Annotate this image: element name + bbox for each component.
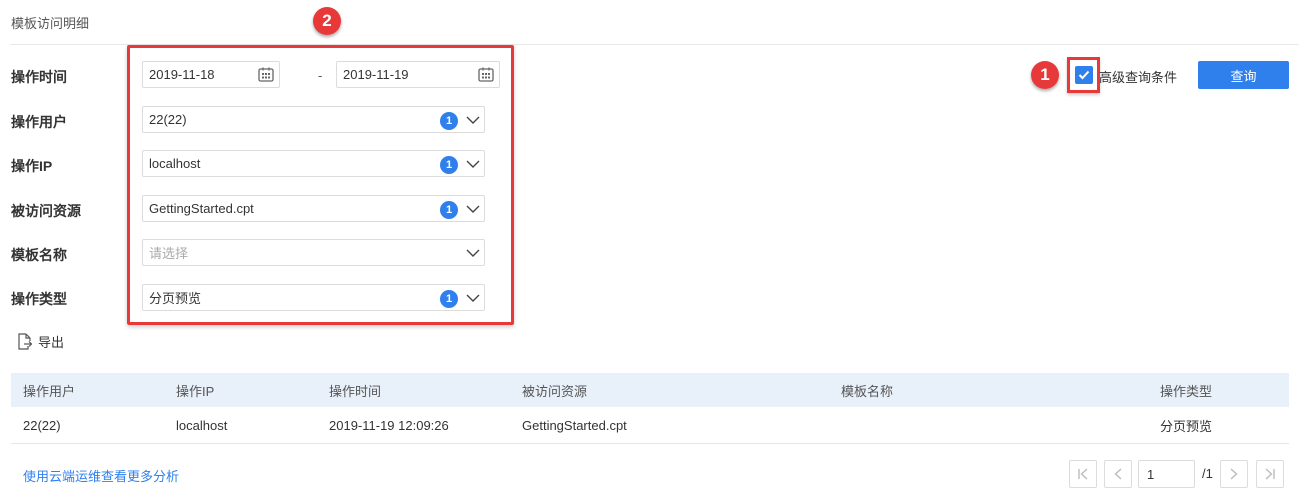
end-date-input[interactable]: 2019-11-19 [336, 61, 500, 88]
selected-count-badge: 1 [440, 156, 458, 174]
end-date-value: 2019-11-19 [343, 67, 409, 82]
resource-select[interactable]: GettingStarted.cpt 1 [142, 195, 485, 222]
start-date-value: 2019-11-18 [149, 67, 215, 82]
chevron-down-icon[interactable] [466, 291, 480, 305]
template-name-placeholder: 请选择 [149, 246, 189, 261]
template-name-select[interactable]: 请选择 [142, 239, 485, 266]
table-row[interactable]: 22(22) localhost 2019-11-19 12:09:26 Get… [11, 407, 1289, 444]
advanced-query-checkbox[interactable] [1075, 66, 1093, 84]
label-operation-type: 操作类型 [11, 291, 67, 307]
page-number-input[interactable]: 1 [1138, 460, 1195, 488]
table-cell: 2019-11-19 12:09:26 [329, 417, 449, 433]
chevron-down-icon[interactable] [466, 113, 480, 127]
label-operation-time: 操作时间 [11, 69, 67, 85]
column-header[interactable]: 操作IP [176, 373, 214, 407]
column-header[interactable]: 操作用户 [23, 373, 75, 407]
label-resource: 被访问资源 [11, 203, 81, 219]
chevron-down-icon[interactable] [466, 202, 480, 216]
query-button[interactable]: 查询 [1198, 61, 1289, 89]
operation-ip-select[interactable]: localhost 1 [142, 150, 485, 177]
annotation-marker-2: 2 [313, 7, 341, 35]
selected-count-badge: 1 [440, 201, 458, 219]
export-label: 导出 [38, 335, 65, 350]
column-header[interactable]: 模板名称 [841, 373, 893, 407]
label-template-name: 模板名称 [11, 247, 67, 263]
label-operation-user: 操作用户 [11, 114, 67, 130]
cloud-analysis-link[interactable]: 使用云端运维查看更多分析 [23, 466, 179, 485]
chevron-down-icon[interactable] [466, 246, 480, 260]
first-page-button[interactable] [1069, 460, 1097, 488]
page-title: 模板访问明细 [11, 16, 90, 31]
checkmark-icon [1078, 70, 1090, 80]
resource-value: GettingStarted.cpt [149, 201, 254, 216]
first-page-icon [1078, 468, 1088, 480]
operation-user-value: 22(22) [149, 112, 187, 127]
next-page-button[interactable] [1220, 460, 1248, 488]
label-operation-ip: 操作IP [11, 158, 53, 174]
last-page-button[interactable] [1256, 460, 1284, 488]
prev-page-button[interactable] [1104, 460, 1132, 488]
export-icon [18, 333, 32, 350]
table-cell: 22(22) [23, 417, 61, 433]
table-cell: GettingStarted.cpt [522, 417, 627, 433]
advanced-query-label[interactable]: 高级查询条件 [1099, 67, 1177, 86]
page-total: /1 [1202, 466, 1213, 481]
column-header[interactable]: 操作类型 [1160, 373, 1212, 407]
table-header: 操作用户 操作IP 操作时间 被访问资源 模板名称 操作类型 [11, 373, 1289, 407]
selected-count-badge: 1 [440, 290, 458, 308]
export-button[interactable]: 导出 [17, 332, 64, 351]
operation-ip-value: localhost [149, 156, 201, 171]
table-cell: 分页预览 [1160, 418, 1213, 434]
chevron-left-icon [1114, 468, 1122, 480]
operation-type-value: 分页预览 [149, 291, 202, 306]
calendar-icon[interactable] [478, 67, 494, 82]
start-date-input[interactable]: 2019-11-18 [142, 61, 280, 88]
title-divider [10, 44, 1299, 45]
column-header[interactable]: 操作时间 [329, 373, 381, 407]
operation-type-select[interactable]: 分页预览 1 [142, 284, 485, 311]
operation-user-select[interactable]: 22(22) 1 [142, 106, 485, 133]
chevron-right-icon [1230, 468, 1238, 480]
chevron-down-icon[interactable] [466, 157, 480, 171]
access-detail-table: 操作用户 操作IP 操作时间 被访问资源 模板名称 操作类型 22(22) lo… [11, 373, 1289, 444]
annotation-marker-1: 1 [1031, 61, 1059, 89]
date-separator: - [318, 68, 323, 83]
column-header[interactable]: 被访问资源 [522, 373, 587, 407]
calendar-icon[interactable] [258, 67, 274, 82]
last-page-icon [1265, 468, 1275, 480]
selected-count-badge: 1 [440, 112, 458, 130]
table-cell: localhost [176, 417, 228, 433]
